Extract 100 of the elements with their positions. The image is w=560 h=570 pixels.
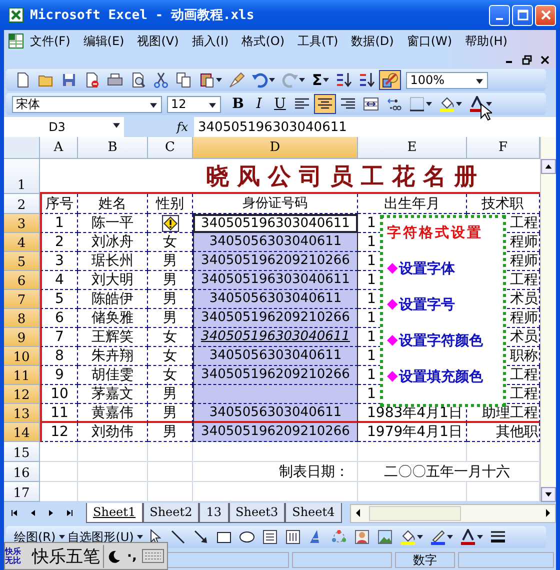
horizontal-scrollbar[interactable] <box>350 504 556 522</box>
maximize-icon <box>516 9 528 21</box>
sheet-tab[interactable]: Sheet4 <box>285 503 342 523</box>
close-button[interactable] <box>535 4 556 26</box>
row-header[interactable]: 5 <box>4 252 40 271</box>
row-header[interactable]: 4 <box>4 233 40 252</box>
scissors-icon <box>153 72 169 88</box>
bold-button[interactable]: B <box>228 94 248 114</box>
menu-item[interactable]: 帮助(H) <box>465 32 508 50</box>
row-header[interactable]: 17 <box>4 482 40 502</box>
vertical-scrollbar[interactable] <box>540 137 556 502</box>
caret-icon <box>416 535 423 539</box>
row-header[interactable]: 8 <box>4 309 40 328</box>
caret-icon <box>456 102 462 106</box>
drawing-button[interactable] <box>379 70 402 90</box>
function-button[interactable]: fx <box>124 117 194 137</box>
paint-bucket-icon <box>439 96 455 112</box>
font-dropdown[interactable]: 宋体 <box>12 96 162 112</box>
column-header[interactable]: F <box>467 137 540 159</box>
table-cell: 340505196303040611 <box>193 328 358 347</box>
punctuation-toggle[interactable]: ·, <box>124 548 140 564</box>
row-header[interactable]: 7 <box>4 290 40 309</box>
document-icon <box>84 72 100 88</box>
column-heading: 性别 <box>148 194 193 214</box>
ime-logo: 快乐无比 <box>5 547 22 565</box>
tab-scroll-icon[interactable] <box>64 508 74 518</box>
table-cell: 胡佳雯 <box>78 366 148 385</box>
menu-item[interactable]: 窗口(W) <box>406 32 452 50</box>
caret-icon <box>299 78 305 82</box>
close-icon[interactable] <box>540 55 550 65</box>
sort-icon <box>336 72 352 88</box>
underline-button[interactable]: U <box>270 94 290 114</box>
formula-field[interactable]: 340505196303040611 <box>194 120 556 134</box>
zoom-dropdown[interactable]: 100% <box>406 72 488 88</box>
diagram-icon <box>330 529 347 545</box>
column-header[interactable]: E <box>358 137 467 159</box>
draw-menu[interactable]: 绘图(R) <box>14 528 56 546</box>
italic-button[interactable]: I <box>249 94 269 114</box>
ime-name[interactable]: 快乐五笔 <box>29 544 104 568</box>
menu-item[interactable]: 工具(T) <box>298 32 338 50</box>
table-cell: 刘大明 <box>78 271 148 290</box>
table-cell: 3405056303040611 <box>193 404 358 423</box>
table-cell: 储奂雅 <box>78 309 148 328</box>
row-header[interactable]: 14 <box>4 423 40 442</box>
row-header[interactable]: 6 <box>4 271 40 290</box>
magnifier-icon <box>130 72 146 88</box>
caret-icon <box>216 78 222 82</box>
line-style-icon <box>490 529 506 545</box>
table-cell: 3 <box>40 252 78 271</box>
moon-icon[interactable] <box>106 548 122 564</box>
caret-icon <box>269 78 275 82</box>
row-header[interactable]: 1 <box>4 159 40 194</box>
minimize-button[interactable] <box>489 4 510 26</box>
table-cell: 340505196209210266 <box>193 423 358 442</box>
row-header[interactable]: 11 <box>4 366 40 385</box>
redo-icon <box>282 72 298 88</box>
table-cell: 王辉笑 <box>78 328 148 347</box>
sheet-tab[interactable]: Sheet3 <box>228 503 286 523</box>
menu-item[interactable]: 文件(F) <box>30 32 70 50</box>
sort-icon <box>359 72 376 88</box>
row-header[interactable]: 12 <box>4 385 40 404</box>
sum-button[interactable]: Σ <box>309 70 332 90</box>
font-size-dropdown[interactable]: 12 <box>167 96 221 112</box>
sheet-tab[interactable]: 13 <box>199 503 228 523</box>
row-header[interactable]: 13 <box>4 404 40 423</box>
row-header[interactable]: 2 <box>4 194 40 214</box>
table-cell: 茅嘉文 <box>78 385 148 404</box>
table-cell: 3405056303040611 <box>193 233 358 252</box>
text-box[interactable]: 字符格式设置 ◆设置字体 ◆设置字号 ◆设置字符颜色 ◆设置填充颜色 <box>380 215 506 407</box>
align-center-button[interactable] <box>314 94 336 114</box>
table-cell: 刘冰舟 <box>78 233 148 252</box>
menu-item[interactable]: 格式(O) <box>242 32 285 50</box>
row-header[interactable]: 10 <box>4 347 40 366</box>
column-header[interactable]: D <box>193 137 358 159</box>
column-header[interactable]: C <box>148 137 193 159</box>
table-cell: 340505196303040611 <box>193 271 358 290</box>
column-header[interactable]: B <box>78 137 148 159</box>
caret-icon <box>486 102 492 106</box>
table-cell: 12 <box>40 423 78 442</box>
menu-item[interactable]: 视图(V) <box>137 32 179 50</box>
sheet-tab[interactable]: Sheet1 <box>86 503 143 523</box>
menu-item[interactable]: 数据(D) <box>351 32 394 50</box>
menu-item[interactable]: 插入(I) <box>192 32 229 50</box>
row-header[interactable]: 16 <box>4 462 40 482</box>
maximize-button[interactable] <box>512 4 533 26</box>
menu-item[interactable]: 编辑(E) <box>83 32 124 50</box>
table-cell: 6 <box>40 309 78 328</box>
tab-scroll-icon[interactable] <box>10 508 20 518</box>
restore-icon[interactable] <box>522 55 532 65</box>
table-cell: 340505196209210266 <box>193 366 358 385</box>
brush-icon <box>229 72 245 88</box>
warning-icon[interactable] <box>162 214 178 232</box>
clipboard-icon <box>199 72 215 88</box>
row-header[interactable]: 3 <box>4 214 40 233</box>
table-cell: 9 <box>40 366 78 385</box>
sheet-tab[interactable]: Sheet2 <box>142 503 200 523</box>
row-header[interactable]: 9 <box>4 328 40 347</box>
table-cell: 陈一平 <box>78 214 148 233</box>
column-header[interactable]: A <box>40 137 78 159</box>
row-header[interactable]: 15 <box>4 442 40 462</box>
